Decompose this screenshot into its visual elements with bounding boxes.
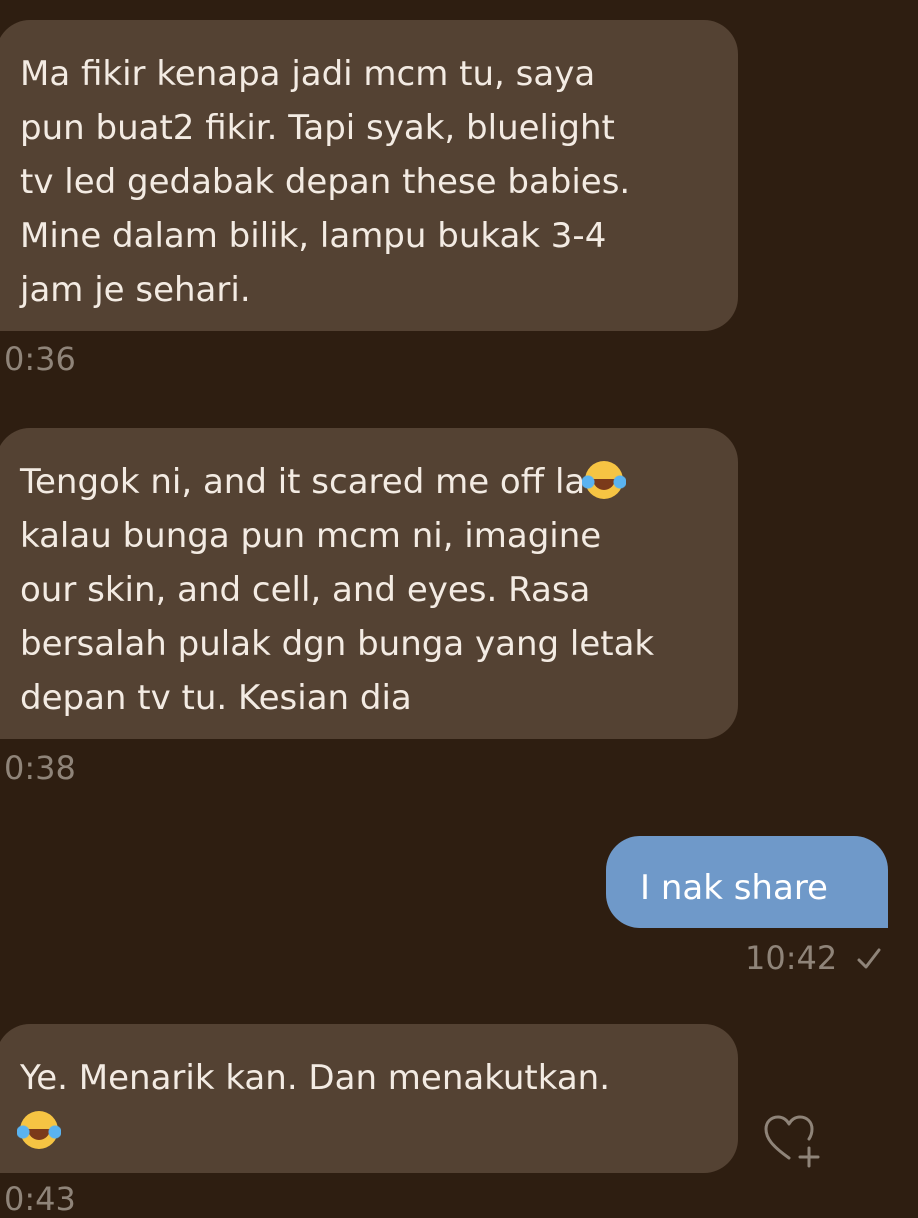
- message-line-text: Tengok ni, and it scared me off la: [20, 462, 586, 502]
- message-line: [17, 1105, 714, 1159]
- message-line: tv led gedabak depan these babies.: [20, 162, 631, 202]
- message-line: our skin, and cell, and eyes. Rasa: [20, 570, 591, 610]
- message-timestamp: 0:43: [4, 1180, 76, 1218]
- check-icon: [857, 948, 881, 969]
- message-line: Mine dalam bilik, lampu bukak 3-4: [20, 216, 607, 256]
- message-timestamp: 0:38: [4, 749, 76, 787]
- message-line: Ma fikir kenapa jadi mcm tu, saya: [20, 54, 596, 94]
- message-bubble-incoming[interactable]: Ma fikir kenapa jadi mcm tu, saya pun bu…: [0, 20, 738, 331]
- message-line: Tengok ni, and it scared me off la: [20, 455, 714, 509]
- message-bubble-incoming[interactable]: Ye. Menarik kan. Dan menakutkan.: [0, 1024, 738, 1173]
- message-line: pun buat2 fikir. Tapi syak, bluelight: [20, 108, 615, 148]
- tears-of-joy-emoji-icon: [17, 1111, 61, 1149]
- message-text: Ye. Menarik kan. Dan menakutkan.: [20, 1058, 611, 1098]
- tears-of-joy-emoji-icon: [582, 461, 627, 499]
- message-bubble-incoming[interactable]: Tengok ni, and it scared me off la kalau…: [0, 428, 738, 739]
- message-bubble-outgoing[interactable]: I nak share: [606, 836, 888, 928]
- message-timestamp: 10:42: [745, 939, 838, 977]
- message-line: bersalah pulak dgn bunga yang letak: [20, 624, 655, 664]
- message-line: kalau bunga pun mcm ni, imagine: [20, 516, 602, 556]
- message-line: jam je sehari.: [20, 270, 251, 310]
- message-timestamp: 0:36: [4, 340, 76, 378]
- message-line: depan tv tu. Kesian dia: [20, 678, 412, 718]
- add-reaction-heart-icon[interactable]: [762, 1114, 820, 1168]
- message-text: I nak share: [640, 868, 828, 908]
